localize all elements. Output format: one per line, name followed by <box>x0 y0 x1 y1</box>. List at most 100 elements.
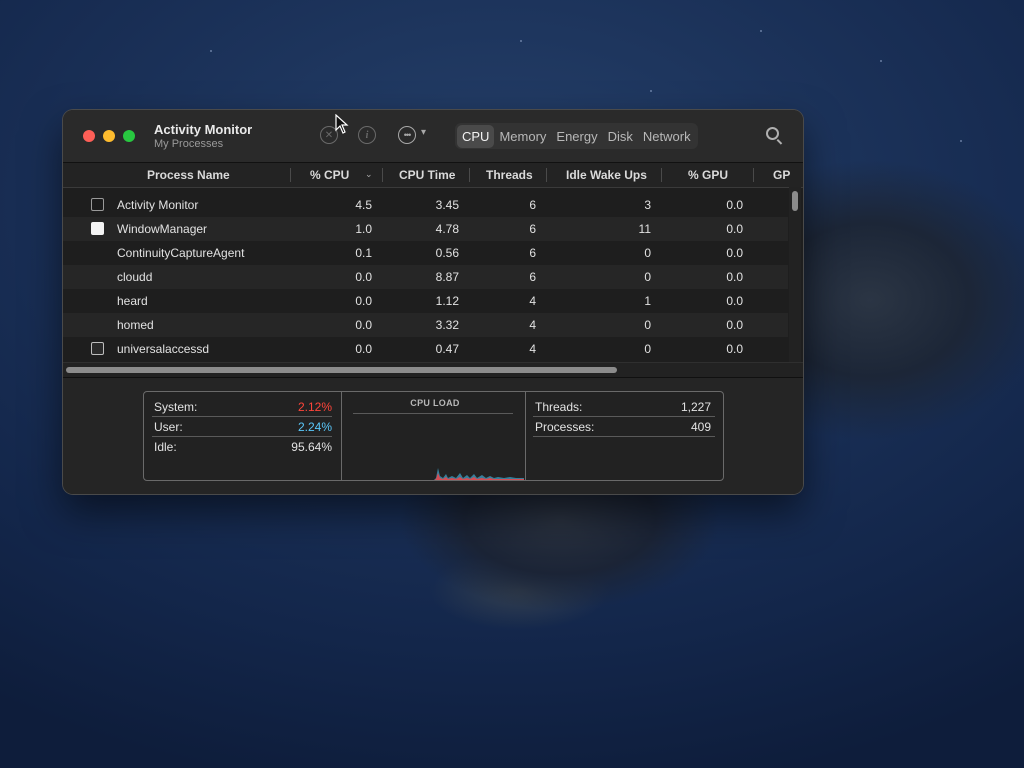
column-separator[interactable] <box>661 168 662 182</box>
column-cpu[interactable]: % CPU <box>310 168 349 182</box>
threads-value: 6 <box>529 270 536 284</box>
tab-energy[interactable]: Energy <box>551 125 602 148</box>
tab-bar: CPU Memory Energy Disk Network <box>455 123 698 149</box>
column-separator[interactable] <box>546 168 547 182</box>
ellipsis-icon[interactable]: ••• <box>398 126 416 144</box>
threads-value: 6 <box>529 222 536 236</box>
user-value: 2.24% <box>297 420 332 434</box>
gpu-value: 0.0 <box>726 198 743 212</box>
gpu-value: 0.0 <box>726 246 743 260</box>
zoom-window-button[interactable] <box>123 130 135 142</box>
vertical-scrollbar-track[interactable] <box>789 187 801 367</box>
summary-area: System: 2.12% User: 2.24% Idle: 95.64% C… <box>63 377 803 494</box>
table-row[interactable]: cloudd 0.0 8.87 6 0 0.0 <box>63 265 788 289</box>
chevron-down-icon[interactable]: ▾ <box>421 127 426 138</box>
idle-wake-ups-value: 0 <box>644 246 651 260</box>
panel-divider <box>341 392 342 480</box>
window-subtitle[interactable]: My Processes <box>154 138 223 150</box>
universal-access-icon <box>91 342 104 355</box>
cpu-value: 0.0 <box>355 270 372 284</box>
cpu-value: 0.0 <box>355 318 372 332</box>
threads-count: 1,227 <box>680 400 711 414</box>
table-row[interactable]: ContinuityCaptureAgent 0.1 0.56 6 0 0.0 <box>63 241 788 265</box>
table-row[interactable]: WindowManager 1.0 4.78 6 11 0.0 <box>63 217 788 241</box>
star <box>760 30 762 32</box>
star <box>210 50 212 52</box>
horizontal-scrollbar-track[interactable] <box>63 362 803 377</box>
column-threads[interactable]: Threads <box>486 168 533 182</box>
idle-wake-ups-value: 0 <box>644 270 651 284</box>
table-row[interactable]: heard 0.0 1.12 4 1 0.0 <box>63 289 788 313</box>
threads-value: 6 <box>529 246 536 260</box>
star <box>960 140 962 142</box>
processes-label: Processes: <box>535 420 595 434</box>
process-name: Activity Monitor <box>117 198 199 212</box>
window-manager-icon <box>91 222 104 235</box>
column-gpu-time[interactable]: GP <box>773 168 790 182</box>
divider <box>152 416 332 417</box>
process-name: homed <box>117 318 154 332</box>
table-row[interactable]: universalaccessd 0.0 0.47 4 0 0.0 <box>63 337 788 361</box>
cpu-time-value: 3.45 <box>435 198 459 212</box>
threads-value: 4 <box>529 294 536 308</box>
threads-value: 6 <box>529 198 536 212</box>
cpu-time-value: 1.12 <box>435 294 459 308</box>
cpu-load-graph <box>434 468 524 480</box>
minimize-window-button[interactable] <box>103 130 115 142</box>
system-label: System: <box>154 400 198 414</box>
process-table: Activity Monitor 4.5 3.45 6 3 0.0 Window… <box>63 193 788 361</box>
system-value: 2.12% <box>297 400 332 414</box>
process-name: heard <box>117 294 148 308</box>
cpu-value: 0.1 <box>355 246 372 260</box>
idle-wake-ups-value: 1 <box>644 294 651 308</box>
star <box>520 40 522 42</box>
star <box>650 90 652 92</box>
cpu-value: 0.0 <box>355 342 372 356</box>
gpu-value: 0.0 <box>726 270 743 284</box>
cpu-value: 1.0 <box>355 222 372 236</box>
process-name: ContinuityCaptureAgent <box>117 246 245 260</box>
vertical-scrollbar-thumb[interactable] <box>792 191 798 211</box>
user-label: User: <box>154 420 183 434</box>
tab-memory[interactable]: Memory <box>494 125 551 148</box>
column-cpu-time[interactable]: CPU Time <box>399 168 455 182</box>
column-separator[interactable] <box>382 168 383 182</box>
gpu-value: 0.0 <box>726 222 743 236</box>
threads-value: 4 <box>529 318 536 332</box>
table-row[interactable]: homed 0.0 3.32 4 0 0.0 <box>63 313 788 337</box>
process-name: universalaccessd <box>117 342 210 356</box>
process-name: cloudd <box>117 270 153 284</box>
cpu-time-value: 0.47 <box>435 342 459 356</box>
cpu-time-value: 3.32 <box>435 318 459 332</box>
column-separator[interactable] <box>290 168 291 182</box>
column-idle-wake-ups[interactable]: Idle Wake Ups <box>566 168 647 182</box>
column-gpu[interactable]: % GPU <box>688 168 728 182</box>
process-name: WindowManager <box>117 222 208 236</box>
divider <box>533 416 715 417</box>
threads-label: Threads: <box>535 400 583 414</box>
tab-network[interactable]: Network <box>638 125 696 148</box>
close-window-button[interactable] <box>83 130 95 142</box>
column-process-name[interactable]: Process Name <box>147 168 230 182</box>
table-row[interactable]: Activity Monitor 4.5 3.45 6 3 0.0 <box>63 193 788 217</box>
mouse-pointer-icon <box>335 114 349 134</box>
cpu-time-value: 4.78 <box>435 222 459 236</box>
horizontal-scrollbar-thumb[interactable] <box>66 367 617 373</box>
window-title: Activity Monitor <box>154 122 253 137</box>
info-icon[interactable]: i <box>358 126 376 144</box>
divider <box>152 436 332 437</box>
idle-value: 95.64% <box>291 440 332 454</box>
idle-wake-ups-value: 11 <box>638 222 651 236</box>
divider <box>353 413 513 414</box>
tab-cpu[interactable]: CPU <box>457 124 495 148</box>
cpu-summary-panel: System: 2.12% User: 2.24% Idle: 95.64% C… <box>143 391 724 481</box>
idle-wake-ups-value: 3 <box>644 198 651 212</box>
idle-wake-ups-value: 0 <box>644 318 651 332</box>
magnifier-icon[interactable] <box>766 127 779 140</box>
cpu-load-title: CPU LOAD <box>410 398 460 408</box>
tab-disk[interactable]: Disk <box>603 125 638 148</box>
titlebar: Activity Monitor My Processes ✕ i ••• ▾ … <box>63 110 803 163</box>
column-separator[interactable] <box>469 168 470 182</box>
column-separator[interactable] <box>753 168 754 182</box>
sort-descending-icon[interactable]: ⌄ <box>365 169 373 180</box>
